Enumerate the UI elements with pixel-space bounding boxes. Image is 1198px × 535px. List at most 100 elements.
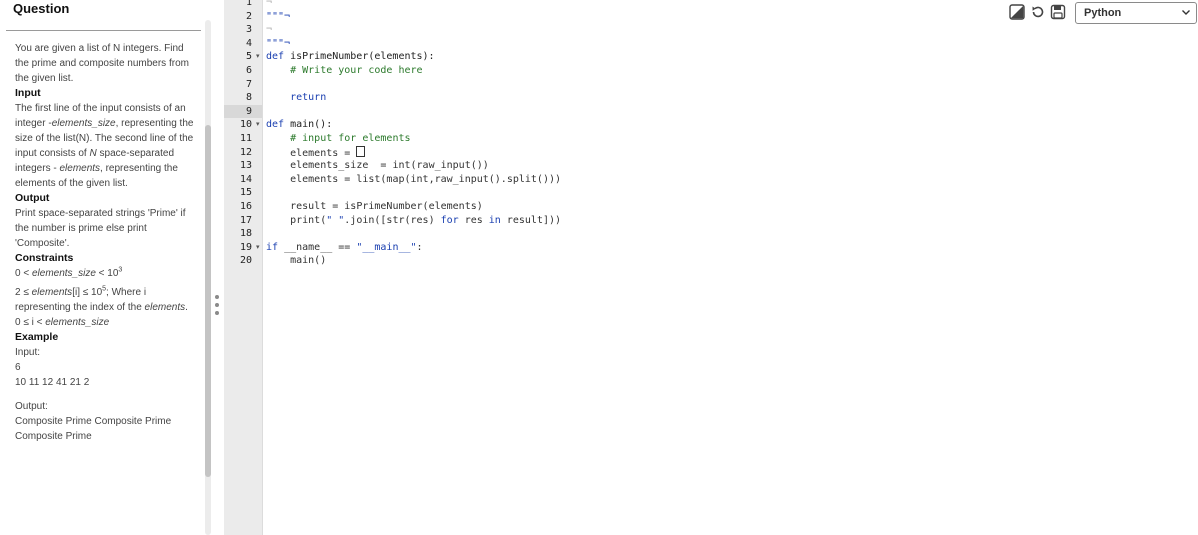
code-token: res	[458, 214, 489, 226]
code-line[interactable]: return	[266, 91, 326, 105]
line-number: 13	[239, 160, 252, 172]
code-token: print(	[290, 214, 327, 226]
constraint-var: elements_size	[45, 317, 110, 328]
line-number: 20	[239, 255, 252, 267]
code-token: "__main__"	[356, 241, 417, 253]
code-token: __name__ ==	[278, 241, 357, 253]
code-line[interactable]: if __name__ == "__main__":	[266, 241, 423, 255]
constraint-var: elements	[31, 287, 73, 298]
constraint-text: [i] ≤ 10	[72, 287, 103, 298]
code-line[interactable]: # input for elements	[266, 132, 411, 146]
code-line[interactable]: def main():	[266, 118, 332, 132]
code-line[interactable]: elements = list(map(int,raw_input().spli…	[266, 173, 561, 187]
line-number: 15	[239, 187, 252, 199]
code-line[interactable]: elements =	[266, 145, 366, 160]
line-number: 2	[245, 10, 252, 22]
code-line[interactable]: def isPrimeNumber(elements):	[266, 50, 435, 64]
example-output-line: Composite Prime	[15, 431, 92, 442]
panel-splitter[interactable]	[212, 0, 224, 535]
text-cursor-box	[356, 145, 366, 157]
constraint-text: 0 <	[15, 268, 30, 279]
question-intro: You are given a list of N integers. Find…	[15, 43, 189, 84]
line-number: 4	[245, 37, 252, 49]
code-line[interactable]: main()	[266, 254, 326, 268]
code-token: for	[440, 214, 459, 226]
code-line[interactable]: """¬	[266, 10, 290, 24]
constraint-text: 0 ≤ i <	[15, 317, 43, 328]
question-panel: Question You are given a list of N integ…	[0, 0, 210, 535]
input-var: elements_size	[51, 118, 116, 129]
code-token: return	[290, 92, 327, 104]
line-number: 19	[239, 241, 252, 253]
code-line[interactable]: elements_size = int(raw_input())	[266, 159, 489, 173]
code-token: elements = list(map(int,raw_input().spli…	[290, 173, 562, 185]
constraint-text: < 10	[98, 268, 119, 279]
example-heading: Example	[15, 331, 59, 343]
constraint-sup: 3	[118, 266, 123, 274]
constraint-3: 0 ≤ i < elements_size	[15, 315, 200, 330]
code-line[interactable]: result = isPrimeNumber(elements)	[266, 200, 483, 214]
code-token: " "	[326, 214, 345, 226]
code-token: # input for elements	[290, 133, 411, 144]
title-divider	[6, 30, 201, 31]
input-description: The first line of the input consists of …	[15, 101, 200, 191]
code-token: """¬	[266, 37, 291, 49]
line-number: 3	[245, 24, 252, 36]
code-line[interactable]: # Write your code here	[266, 64, 423, 78]
language-select[interactable]: Python	[1075, 2, 1197, 24]
example-output-label: Output:	[15, 401, 48, 412]
code-token: main():	[284, 119, 333, 131]
question-content: You are given a list of N integers. Find…	[15, 41, 200, 444]
save-icon[interactable]	[1050, 4, 1066, 20]
line-number: 7	[245, 78, 252, 90]
theme-toggle-icon[interactable]	[1009, 4, 1025, 20]
code-token: # Write your code here	[290, 65, 423, 76]
code-token: .join([str(res)	[344, 214, 441, 226]
line-number: 17	[239, 214, 252, 226]
constraint-text: .	[185, 302, 188, 313]
constraint-2: 2 ≤ elements[i] ≤ 105; Where i represent…	[15, 285, 200, 315]
line-number: 14	[239, 173, 252, 185]
output-heading: Output	[15, 192, 50, 204]
line-number: 16	[239, 201, 252, 212]
line-number: 18	[239, 228, 252, 240]
code-token: ¬	[266, 0, 273, 8]
code-token: """¬	[266, 10, 291, 22]
constraint-text: 2 ≤	[15, 287, 29, 298]
example-input-line: 10 11 12 41 21 2	[15, 377, 90, 388]
input-var: N	[89, 148, 97, 159]
code-token: if	[266, 241, 279, 253]
question-scrollbar-thumb[interactable]	[205, 125, 211, 477]
fold-arrow-icon[interactable]: ▾	[256, 241, 260, 255]
code-line[interactable]: """¬	[266, 37, 290, 51]
drag-handle-icon[interactable]	[215, 295, 219, 321]
code-token: isPrimeNumber(elements):	[284, 51, 435, 63]
code-line[interactable]: ¬	[266, 23, 272, 37]
line-number: 1	[245, 0, 252, 8]
fold-arrow-icon[interactable]: ▾	[256, 50, 260, 64]
code-token: elements =	[290, 147, 357, 159]
code-token: in	[488, 214, 501, 226]
example-output-line: Composite Prime Composite Prime	[15, 416, 172, 427]
question-title: Question	[13, 1, 70, 16]
code-token: main()	[290, 255, 327, 267]
line-number: 11	[239, 133, 252, 144]
code-line[interactable]: ¬	[266, 0, 272, 10]
code-editor[interactable]: ¬ """¬ ¬ """¬ def isPrimeNumber(elements…	[263, 0, 1198, 535]
constraints-heading: Constraints	[15, 252, 74, 264]
code-line[interactable]: print(" ".join([str(res) for res in resu…	[266, 214, 561, 228]
code-token: result = isPrimeNumber(elements)	[290, 201, 483, 212]
line-number: 6	[245, 65, 252, 76]
input-heading: Input	[15, 87, 41, 99]
code-token: result]))	[500, 214, 562, 226]
constraint-var: elements	[144, 302, 186, 313]
code-token: ¬	[266, 24, 273, 36]
output-description: Print space-separated strings 'Prime' if…	[15, 208, 186, 249]
constraint-var: elements_size	[31, 268, 96, 279]
code-token: def	[266, 119, 285, 131]
fold-arrow-icon[interactable]: ▾	[256, 118, 260, 132]
code-token: elements_size = int(raw_input())	[290, 160, 489, 172]
example-input-line: 6	[15, 362, 21, 373]
chevron-down-icon	[1182, 10, 1190, 15]
reset-icon[interactable]	[1030, 4, 1046, 20]
